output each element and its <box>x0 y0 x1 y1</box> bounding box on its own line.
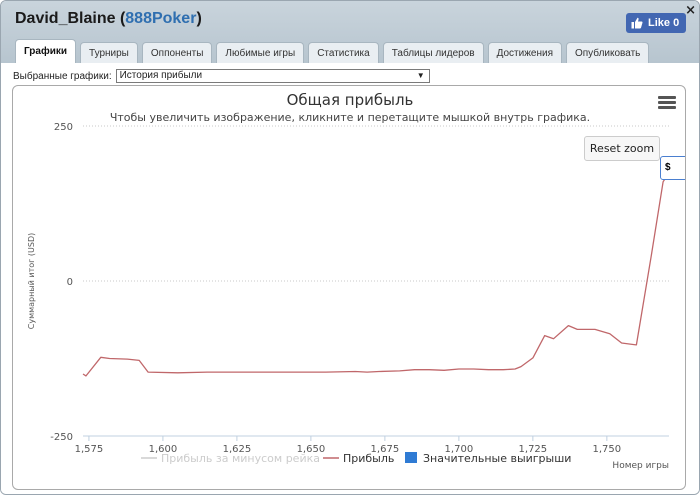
legend-label: Значительные выигрыши <box>423 452 571 465</box>
tab-leaderboards[interactable]: Таблицы лидеров <box>382 42 484 63</box>
stats-window: David_Blaine (888Poker) × Like 0 Графики… <box>0 0 700 495</box>
dropdown-arrow-icon: ▼ <box>416 71 425 80</box>
site-name: 888Poker <box>125 10 197 27</box>
player-name: David_Blaine <box>15 10 116 27</box>
close-icon[interactable]: × <box>685 3 696 18</box>
tab-publish[interactable]: Опубликовать <box>565 42 650 63</box>
y-axis-label: Суммарный итог (USD) <box>27 233 36 330</box>
series-lines <box>82 172 670 377</box>
window-title: David_Blaine (888Poker) <box>15 10 202 27</box>
y-tick-label: 0 <box>67 277 73 288</box>
chart-selector-value: История прибыли <box>119 70 203 81</box>
chart-selector-dropdown[interactable]: История прибыли ▼ <box>115 69 430 83</box>
y-tick-label: -250 <box>50 432 73 443</box>
tab-tournaments[interactable]: Турниры <box>80 42 138 63</box>
chart-legend[interactable]: Прибыль за минусом рейка Прибыль Значитель… <box>141 452 571 465</box>
like-label: Like 0 <box>648 17 680 29</box>
tab-statistics[interactable]: Статистика <box>308 42 379 63</box>
reset-zoom-button[interactable]: Reset zoom <box>584 136 660 161</box>
y-tick-labels: 250 0 -250 <box>50 122 73 443</box>
legend-label: Прибыль за минусом рейка <box>161 452 320 465</box>
tab-content: Выбранные графики: История прибыли ▼ Общ… <box>1 63 699 494</box>
tab-achievements[interactable]: Достижения <box>487 42 562 63</box>
profit-chart[interactable]: Общая прибыль Чтобы увеличить изображени… <box>12 85 686 490</box>
profit-series-line <box>82 172 670 377</box>
x-axis-label: Номер игры <box>612 461 669 471</box>
x-tick-label: 1,750 <box>593 444 622 455</box>
x-tick-label: 1,575 <box>75 444 104 455</box>
y-tick-label: 250 <box>54 122 73 133</box>
thumbs-up-icon <box>631 17 643 29</box>
grid-lines <box>83 125 669 441</box>
title-bar: David_Blaine (888Poker) × Like 0 Графики… <box>1 1 699 63</box>
tab-bar: Графики Турниры Оппоненты Любимые игры С… <box>15 39 653 63</box>
chart-selector-label: Выбранные графики: <box>13 70 112 82</box>
tab-opponents[interactable]: Оппоненты <box>141 42 213 63</box>
tab-charts[interactable]: Графики <box>15 39 77 63</box>
tab-favorite-games[interactable]: Любимые игры <box>216 42 305 63</box>
chart-tooltip: $ <box>660 156 685 180</box>
facebook-like-button[interactable]: Like 0 <box>626 13 686 33</box>
chart-selector-row: Выбранные графики: История прибыли ▼ <box>13 69 430 83</box>
legend-label: Прибыль <box>343 452 394 465</box>
legend-symbol <box>405 452 417 463</box>
